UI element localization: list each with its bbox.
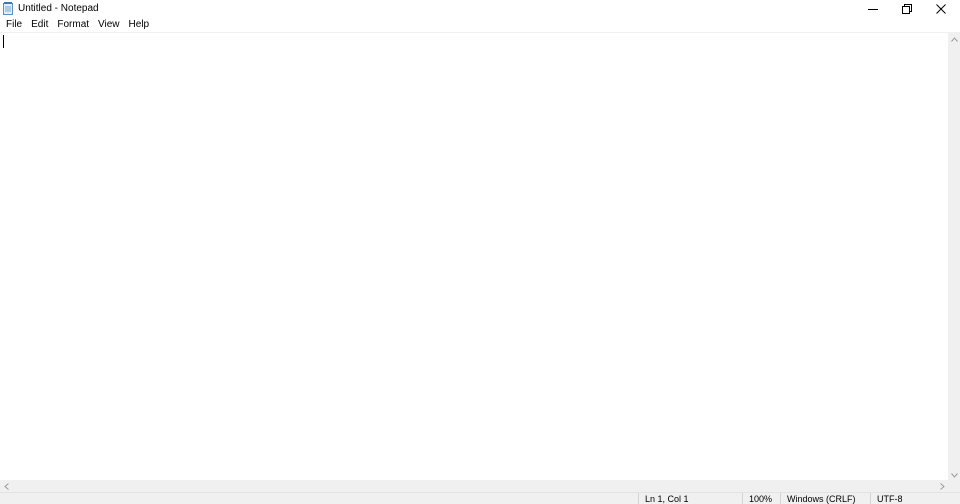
minimize-button[interactable]: [856, 0, 890, 17]
editor-area: [0, 32, 948, 480]
chevron-up-icon: [950, 29, 958, 47]
text-editor[interactable]: [0, 33, 948, 480]
status-zoom: 100%: [742, 493, 780, 504]
menu-view[interactable]: View: [94, 18, 124, 31]
minimize-icon: [868, 4, 878, 14]
scrollbar-corner: [948, 480, 960, 492]
status-encoding: UTF-8: [870, 493, 960, 504]
scroll-right-button[interactable]: [936, 480, 948, 492]
scroll-up-button[interactable]: [948, 32, 960, 44]
status-bar: Ln 1, Col 1 100% Windows (CRLF) UTF-8: [0, 492, 960, 504]
menu-edit[interactable]: Edit: [27, 18, 52, 31]
status-cursor-position: Ln 1, Col 1: [638, 493, 742, 504]
title-bar[interactable]: Untitled - Notepad: [0, 0, 960, 17]
notepad-icon: [3, 2, 14, 15]
menu-file[interactable]: File: [2, 18, 26, 31]
restore-button[interactable]: [890, 0, 924, 17]
menu-format[interactable]: Format: [53, 18, 93, 31]
notepad-window: Untitled - Notepad File Edit Format View…: [0, 0, 960, 504]
horizontal-scrollbar[interactable]: [0, 480, 948, 492]
text-caret: [3, 35, 4, 48]
close-button[interactable]: [924, 0, 958, 17]
scroll-down-button[interactable]: [948, 468, 960, 480]
vertical-scrollbar[interactable]: [948, 32, 960, 480]
restore-icon: [902, 3, 912, 14]
menu-bar: File Edit Format View Help: [0, 17, 960, 32]
close-icon: [936, 3, 946, 14]
menu-help[interactable]: Help: [125, 18, 154, 31]
scroll-left-button[interactable]: [0, 480, 12, 492]
status-line-endings: Windows (CRLF): [780, 493, 870, 504]
window-title: Untitled - Notepad: [18, 3, 99, 14]
